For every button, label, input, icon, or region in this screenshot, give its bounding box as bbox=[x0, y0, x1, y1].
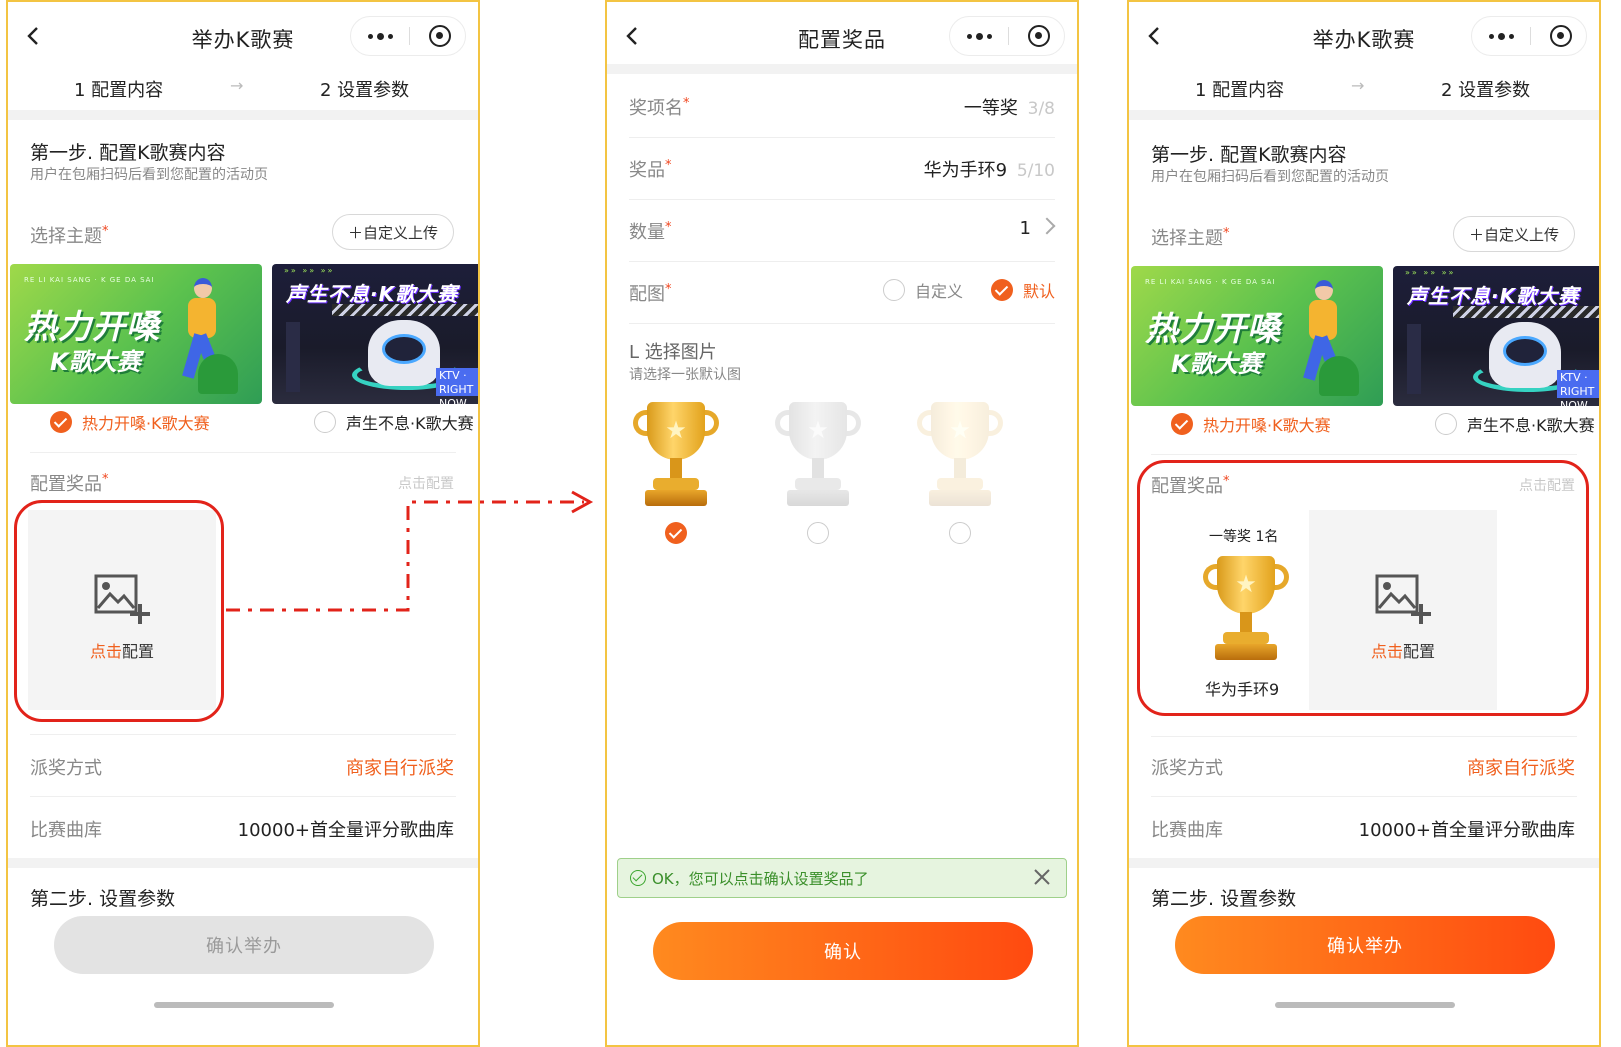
theme-card-astronaut[interactable]: »» »» »» 声生不息·K歌大赛 KTV · RIGHT NOW bbox=[1393, 266, 1599, 406]
prize-item-row[interactable]: 奖品* 华为手环9 5/10 bbox=[629, 138, 1055, 200]
success-toast: OK，您可以点击确认设置奖品了 bbox=[617, 858, 1067, 898]
song-library-value: 10000+首全量评分歌曲库 bbox=[1358, 820, 1575, 841]
section-title: 第一步. 配置K歌赛内容 bbox=[1151, 144, 1347, 166]
phone-screen-middle: 配置奖品 奖项名* 一等奖 3/8 奖品* 华为手环9 5/10 数量* 1 配… bbox=[605, 0, 1079, 1047]
theme-option-astronaut[interactable]: 声生不息·K歌大赛 bbox=[1435, 412, 1595, 436]
prize-name-input[interactable]: 一等奖 3/8 bbox=[964, 94, 1055, 120]
capsule-divider bbox=[1008, 27, 1009, 45]
astronaut-illustration bbox=[1489, 322, 1561, 388]
radio-unchecked-icon[interactable] bbox=[1435, 413, 1457, 435]
section-separator bbox=[1129, 110, 1599, 120]
toast-message: OK，您可以点击确认设置奖品了 bbox=[652, 870, 869, 888]
mini-program-capsule bbox=[1471, 16, 1587, 56]
tab-step-2[interactable]: 2 设置参数 bbox=[1441, 76, 1530, 102]
quantity-row[interactable]: 数量* 1 bbox=[629, 200, 1056, 262]
more-dots-icon[interactable] bbox=[1472, 17, 1530, 55]
trophy-bronze-icon[interactable]: ★ bbox=[915, 402, 1005, 512]
chevron-right-icon bbox=[1038, 217, 1056, 235]
prize-name-row[interactable]: 奖项名* 一等奖 3/8 bbox=[629, 76, 1055, 138]
theme-option-label: 热力开嗓·K歌大赛 bbox=[1203, 416, 1331, 435]
quantity-label: 数量* bbox=[629, 220, 672, 243]
hazard-strip bbox=[1453, 306, 1599, 318]
image-option-default[interactable]: 默认 bbox=[990, 278, 1055, 302]
theme-card-tiny-text: »» »» »» bbox=[1405, 268, 1456, 277]
pick-image-subtitle: 请选择一张默认图 bbox=[629, 367, 741, 383]
theme-card-subtitle: K歌大赛 bbox=[1171, 350, 1262, 378]
radio-checked-icon[interactable] bbox=[1171, 413, 1193, 435]
home-indicator bbox=[1275, 1002, 1455, 1008]
divider bbox=[1151, 736, 1577, 737]
mini-program-capsule bbox=[949, 16, 1065, 56]
plant-illustration bbox=[1319, 356, 1359, 396]
char-counter: 3/8 bbox=[1027, 99, 1055, 119]
theme-card-title: 声生不息·K歌大赛 bbox=[1407, 284, 1580, 308]
close-mini-program-icon[interactable] bbox=[1028, 25, 1050, 47]
trophy-radio[interactable] bbox=[807, 522, 829, 544]
highlight-box bbox=[1137, 460, 1589, 716]
prize-item-input[interactable]: 华为手环9 5/10 bbox=[924, 156, 1055, 182]
prize-item-label: 奖品* bbox=[629, 158, 672, 181]
image-type-row: 配图* 自定义 默认 bbox=[629, 262, 1055, 324]
theme-option-hot[interactable]: 热力开嗓·K歌大赛 bbox=[1171, 412, 1331, 436]
image-option-custom[interactable]: 自定义 bbox=[882, 278, 963, 302]
step-tabs: 1 配置内容 → 2 设置参数 bbox=[1129, 72, 1599, 112]
more-dots-icon[interactable] bbox=[950, 17, 1008, 55]
award-method-value[interactable]: 商家自行派奖 bbox=[1467, 754, 1575, 780]
section-separator bbox=[607, 64, 1077, 74]
theme-card-tiny-text: RE LI KAI SANG · K GE DA SAI bbox=[1145, 278, 1276, 286]
step-arrow-icon: → bbox=[1351, 76, 1365, 95]
image-type-label: 配图* bbox=[629, 282, 672, 305]
trophy-silver-icon[interactable]: ★ bbox=[773, 402, 863, 512]
ktv-badge: KTV · RIGHT NOW bbox=[1557, 370, 1599, 406]
check-circle-icon bbox=[630, 870, 646, 886]
nav-bar: 举办K歌赛 bbox=[1129, 2, 1599, 70]
radio-unchecked-icon[interactable] bbox=[882, 279, 905, 301]
close-mini-program-icon[interactable] bbox=[1550, 25, 1572, 47]
tab-step-1[interactable]: 1 配置内容 bbox=[1195, 76, 1284, 102]
close-icon[interactable] bbox=[1032, 867, 1052, 887]
trophy-radio-selected[interactable] bbox=[665, 522, 687, 544]
radio-checked-icon[interactable] bbox=[990, 279, 1013, 301]
step2-title: 第二步. 设置参数 bbox=[1151, 888, 1297, 910]
phone-screen-right: 举办K歌赛 1 配置内容 → 2 设置参数 第一步. 配置K歌赛内容 用户在包厢… bbox=[1127, 0, 1601, 1047]
capsule-divider bbox=[1530, 27, 1531, 45]
char-counter: 5/10 bbox=[1016, 161, 1055, 181]
section-separator bbox=[1129, 858, 1599, 868]
prize-name-label: 奖项名* bbox=[629, 96, 690, 119]
trophy-radio[interactable] bbox=[949, 522, 971, 544]
quantity-value[interactable]: 1 bbox=[1020, 218, 1031, 239]
pick-image-title: L 选择图片 bbox=[629, 342, 717, 363]
section-subtitle: 用户在包厢扫码后看到您配置的活动页 bbox=[1151, 169, 1389, 185]
vertical-banner bbox=[1407, 324, 1421, 394]
custom-upload-button[interactable]: ＋自定义上传 bbox=[1453, 216, 1575, 252]
theme-card-title: 热力开嗓 bbox=[1145, 309, 1281, 348]
nav-bar: 配置奖品 bbox=[607, 2, 1077, 70]
confirm-host-button[interactable]: 确认举办 bbox=[1175, 916, 1555, 974]
theme-label: 选择主题* bbox=[1151, 226, 1230, 249]
theme-option-label: 声生不息·K歌大赛 bbox=[1467, 416, 1595, 435]
award-method-label: 派奖方式 bbox=[1151, 758, 1223, 779]
song-library-label: 比赛曲库 bbox=[1151, 820, 1223, 841]
divider bbox=[1151, 454, 1577, 455]
divider bbox=[1151, 796, 1577, 797]
trophy-icon[interactable]: ★ bbox=[631, 402, 721, 512]
confirm-button[interactable]: 确认 bbox=[653, 922, 1033, 980]
theme-card-hot[interactable]: RE LI KAI SANG · K GE DA SAI 热力开嗓 K歌大赛 bbox=[1131, 266, 1383, 406]
